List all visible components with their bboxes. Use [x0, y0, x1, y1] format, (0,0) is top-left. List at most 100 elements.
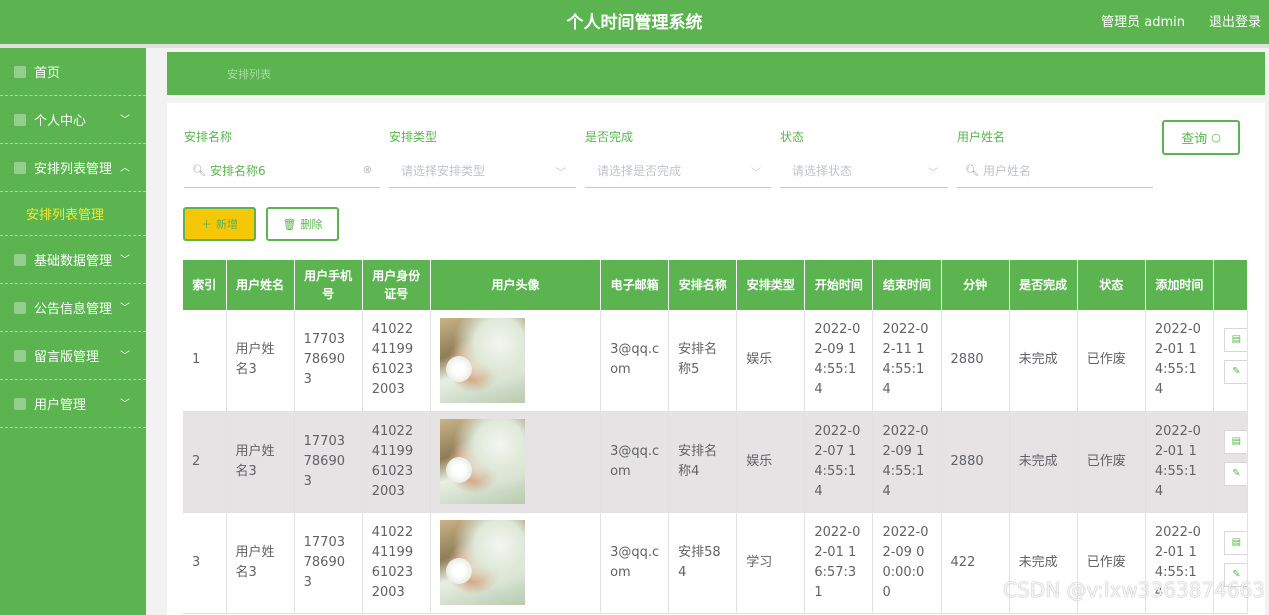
chevron-up-icon: ︿: [120, 163, 130, 174]
cell-avatar: [430, 310, 602, 412]
cell-start-time: 2022-02-07 14:55:14: [804, 411, 874, 513]
search-icon: 🔍︎: [965, 164, 979, 177]
chevron-down-icon: ﹀: [556, 168, 566, 179]
col-header-minutes: 分钟: [941, 260, 1010, 310]
avatar: [439, 520, 525, 605]
chevron-down-icon: ﹀: [120, 399, 130, 410]
watermark: CSDN @v:lxw3363874663: [1003, 578, 1265, 602]
sidebar-item-notice[interactable]: 公告信息管理 ﹀: [0, 284, 146, 332]
cell-idcard: 410224119961023 2003: [362, 310, 431, 412]
sidebar-item-personal[interactable]: 个人中心 ﹀: [0, 96, 146, 144]
cell-schedule-name: 安排名称5: [668, 310, 738, 412]
sidebar-item-home[interactable]: 首页: [0, 48, 146, 96]
status-select[interactable]: 请选择状态 ﹀: [780, 154, 948, 188]
top-header: 个人时间管理系统 管理员 admin 退出登录: [0, 0, 1269, 44]
cell-minutes: 2880: [941, 310, 1010, 412]
cell-email: 3@qq.com: [600, 310, 670, 412]
sidebar-subitem-schedule[interactable]: 安排列表管理: [0, 192, 146, 236]
avatar: [439, 317, 525, 403]
query-button[interactable]: 查询 ○: [1162, 120, 1240, 155]
breadcrumb: 安排列表: [167, 52, 1265, 95]
username-placeholder: 用户姓名: [982, 164, 1031, 178]
users-icon: [14, 397, 26, 410]
chevron-down-icon: ﹀: [120, 351, 130, 362]
sidebar-item-label: 用户管理: [34, 398, 87, 413]
col-header-index: 索引: [183, 260, 227, 310]
avatar: [439, 419, 525, 504]
cell-end-time: 2022-02-11 14:55:14: [872, 310, 942, 412]
sidebar-item-label: 个人中心: [34, 114, 87, 129]
message-icon: [14, 349, 26, 362]
cell-start-time: 2022-02-09 14:55:14: [804, 310, 874, 412]
cell-add-time: 2022-02-01 14:55:14: [1145, 411, 1214, 513]
cell-minutes: 422: [941, 512, 1010, 614]
header-divider: [0, 44, 1269, 48]
sidebar-item-schedule[interactable]: 安排列表管理 ︿: [0, 144, 146, 192]
table-row[interactable]: 2 用户姓名3 17703786903 410224119961023 2003…: [183, 411, 1249, 513]
breadcrumb-label: 安排列表: [227, 68, 271, 81]
sidebar-item-users[interactable]: 用户管理 ﹀: [0, 380, 146, 428]
sidebar-item-label: 首页: [34, 66, 61, 81]
cell-done: 未完成: [1009, 411, 1078, 513]
schedule-name-input[interactable]: 🔍︎ 安排名称6 ⊗: [184, 154, 380, 188]
admin-label: 管理员 admin: [1101, 15, 1185, 30]
cell-add-time: 2022-02-01 14:55:14: [1145, 310, 1214, 412]
done-select[interactable]: 请选择是否完成 ﹀: [585, 154, 771, 188]
cell-minutes: 2880: [941, 411, 1010, 513]
add-button[interactable]: ＋ 新增: [183, 207, 256, 241]
chevron-down-icon: ﹀: [120, 255, 130, 266]
cell-username: 用户姓名3: [226, 310, 295, 412]
schedule-type-placeholder: 请选择安排类型: [401, 164, 486, 178]
sidebar: 首页 个人中心 ﹀ 安排列表管理 ︿ 安排列表管理 基础数据管理 ﹀ 公告信息管…: [0, 48, 146, 615]
detail-icon[interactable]: ▤: [1223, 429, 1248, 454]
chevron-down-icon: ﹀: [751, 168, 761, 179]
col-header-status: 状态: [1077, 260, 1146, 310]
col-header-email: 电子邮箱: [600, 260, 670, 310]
cell-schedule-type: 娱乐: [736, 411, 806, 513]
clear-icon[interactable]: ⊗: [363, 163, 372, 176]
status-placeholder: 请选择状态: [792, 164, 853, 178]
col-header-phone: 用户手机号: [294, 260, 363, 310]
delete-button[interactable]: 🗑︎ 删除: [266, 207, 339, 241]
username-input[interactable]: 🔍︎ 用户姓名: [957, 154, 1153, 188]
sidebar-item-label: 基础数据管理: [34, 254, 113, 269]
cell-phone: 17703786903: [294, 310, 363, 412]
edit-icon[interactable]: ✎: [1223, 360, 1248, 385]
cell-idcard: 410224119961023 2003: [362, 411, 431, 513]
cell-phone: 17703786903: [294, 512, 363, 614]
chevron-down-icon: ﹀: [120, 115, 130, 126]
col-header-username: 用户姓名: [226, 260, 295, 310]
col-header-end-time: 结束时间: [872, 260, 942, 310]
col-header-avatar: 用户头像: [430, 260, 602, 310]
schedule-type-select[interactable]: 请选择安排类型 ﹀: [389, 154, 576, 188]
notice-icon: [14, 301, 26, 314]
col-header-schedule-name: 安排名称: [668, 260, 738, 310]
cell-end-time: 2022-02-09 14:55:14: [872, 411, 942, 513]
done-placeholder: 请选择是否完成: [597, 164, 682, 178]
cell-done: 未完成: [1009, 310, 1078, 412]
cell-phone: 17703786903: [294, 411, 363, 513]
sidebar-item-basedata[interactable]: 基础数据管理 ﹀: [0, 236, 146, 284]
schedule-table: 索引 用户姓名 用户手机号 用户身份证号 用户头像 电子邮箱 安排名称 安排类型…: [183, 260, 1249, 614]
table-row[interactable]: 1 用户姓名3 17703786903 410224119961023 2003…: [183, 310, 1249, 412]
filter-label-status: 状态: [780, 130, 805, 144]
logout-link[interactable]: 退出登录: [1209, 11, 1261, 30]
table-header-row: 索引 用户姓名 用户手机号 用户身份证号 用户头像 电子邮箱 安排名称 安排类型…: [183, 260, 1249, 310]
cell-username: 用户姓名3: [226, 411, 295, 513]
filter-label-type: 安排类型: [389, 130, 438, 144]
sidebar-item-message[interactable]: 留言版管理 ﹀: [0, 332, 146, 380]
sidebar-item-label: 留言版管理: [34, 350, 100, 365]
detail-icon[interactable]: ▤: [1223, 530, 1248, 555]
chevron-down-icon: ﹀: [928, 168, 938, 179]
list-icon: [14, 161, 26, 174]
col-header-schedule-type: 安排类型: [736, 260, 806, 310]
add-button-label: 新增: [216, 218, 238, 231]
col-header-idcard: 用户身份证号: [362, 260, 431, 310]
cell-actions: ▤ ✎: [1213, 310, 1249, 412]
detail-icon[interactable]: ▤: [1223, 328, 1248, 353]
edit-icon[interactable]: ✎: [1223, 461, 1248, 486]
cell-index: 1: [183, 310, 227, 412]
schedule-name-value: 安排名称6: [209, 164, 266, 178]
cell-idcard: 410224119961023 2003: [362, 512, 431, 614]
cell-schedule-name: 安排名称4: [668, 411, 738, 513]
